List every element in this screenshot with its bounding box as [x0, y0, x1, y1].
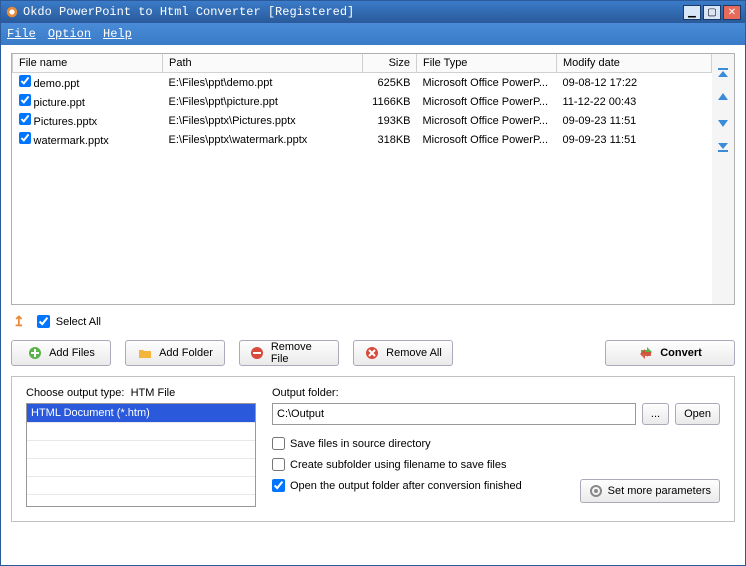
maximize-button[interactable]: ▢: [703, 5, 721, 20]
move-down-button[interactable]: [715, 114, 731, 130]
move-bottom-button[interactable]: [715, 138, 731, 154]
output-folder-label: Output folder:: [272, 387, 720, 399]
move-top-button[interactable]: [715, 66, 731, 82]
row-type: Microsoft Office PowerP...: [417, 73, 557, 93]
plus-icon: [27, 345, 43, 361]
subfolder-checkbox[interactable]: [272, 458, 285, 471]
output-folder-input[interactable]: [272, 403, 636, 425]
row-type: Microsoft Office PowerP...: [417, 130, 557, 149]
menu-option[interactable]: Option: [48, 27, 91, 41]
minus-icon: [250, 345, 265, 361]
col-type[interactable]: File Type: [417, 54, 557, 73]
row-path: E:\Files\pptx\watermark.pptx: [163, 130, 363, 149]
type-option-htm[interactable]: HTML Document (*.htm): [27, 404, 255, 422]
row-size: 1166KB: [363, 92, 417, 111]
gear-icon: [589, 484, 603, 498]
col-size[interactable]: Size: [363, 54, 417, 73]
up-folder-icon[interactable]: ↥: [13, 313, 25, 330]
table-row[interactable]: watermark.pptxE:\Files\pptx\watermark.pp…: [13, 130, 712, 149]
table-row[interactable]: demo.pptE:\Files\ppt\demo.ppt625KBMicros…: [13, 73, 712, 93]
convert-button[interactable]: Convert: [605, 340, 735, 366]
titlebar: Okdo PowerPoint to Html Converter [Regis…: [1, 1, 745, 23]
output-type-label: Choose output type:: [26, 387, 124, 399]
row-date: 09-09-23 11:51: [557, 130, 712, 149]
app-icon: [5, 5, 19, 19]
menu-help[interactable]: Help: [103, 27, 132, 41]
row-checkbox[interactable]: [19, 132, 31, 144]
row-type: Microsoft Office PowerP...: [417, 92, 557, 111]
open-after-label: Open the output folder after conversion …: [290, 480, 522, 492]
window-title: Okdo PowerPoint to Html Converter [Regis…: [23, 5, 681, 19]
col-date[interactable]: Modify date: [557, 54, 712, 73]
open-after-checkbox[interactable]: [272, 479, 285, 492]
row-type: Microsoft Office PowerP...: [417, 111, 557, 130]
row-size: 193KB: [363, 111, 417, 130]
add-files-button[interactable]: Add Files: [11, 340, 111, 366]
output-type-list[interactable]: HTML Document (*.htm): [26, 403, 256, 507]
table-row[interactable]: Pictures.pptxE:\Files\pptx\Pictures.pptx…: [13, 111, 712, 130]
row-checkbox[interactable]: [19, 113, 31, 125]
select-all-checkbox[interactable]: [37, 315, 50, 328]
minimize-button[interactable]: ▁: [683, 5, 701, 20]
open-folder-button[interactable]: Open: [675, 403, 720, 425]
close-button[interactable]: ✕: [723, 5, 741, 20]
output-type-value: HTM File: [131, 387, 176, 399]
menubar: File Option Help: [1, 23, 745, 45]
row-checkbox[interactable]: [19, 94, 31, 106]
row-date: 09-08-12 17:22: [557, 73, 712, 93]
remove-all-button[interactable]: Remove All: [353, 340, 453, 366]
menu-file[interactable]: File: [7, 27, 36, 41]
select-all-label: Select All: [56, 316, 101, 328]
row-date: 11-12-22 00:43: [557, 92, 712, 111]
file-list[interactable]: File name Path Size File Type Modify dat…: [12, 54, 712, 304]
remove-file-button[interactable]: Remove File: [239, 340, 339, 366]
row-size: 625KB: [363, 73, 417, 93]
save-source-label: Save files in source directory: [290, 438, 431, 450]
reorder-arrows: [712, 54, 734, 304]
save-source-checkbox[interactable]: [272, 437, 285, 450]
row-path: E:\Files\pptx\Pictures.pptx: [163, 111, 363, 130]
row-checkbox[interactable]: [19, 75, 31, 87]
col-path[interactable]: Path: [163, 54, 363, 73]
table-row[interactable]: picture.pptE:\Files\ppt\picture.ppt1166K…: [13, 92, 712, 111]
col-filename[interactable]: File name: [13, 54, 163, 73]
move-up-button[interactable]: [715, 90, 731, 106]
row-size: 318KB: [363, 130, 417, 149]
add-folder-button[interactable]: Add Folder: [125, 340, 225, 366]
row-path: E:\Files\ppt\picture.ppt: [163, 92, 363, 111]
convert-icon: [638, 345, 654, 361]
subfolder-label: Create subfolder using filename to save …: [290, 459, 506, 471]
browse-button[interactable]: ...: [642, 403, 669, 425]
remove-all-icon: [364, 345, 380, 361]
set-params-button[interactable]: Set more parameters: [580, 479, 720, 503]
folder-icon: [137, 345, 153, 361]
row-date: 09-09-23 11:51: [557, 111, 712, 130]
row-path: E:\Files\ppt\demo.ppt: [163, 73, 363, 93]
